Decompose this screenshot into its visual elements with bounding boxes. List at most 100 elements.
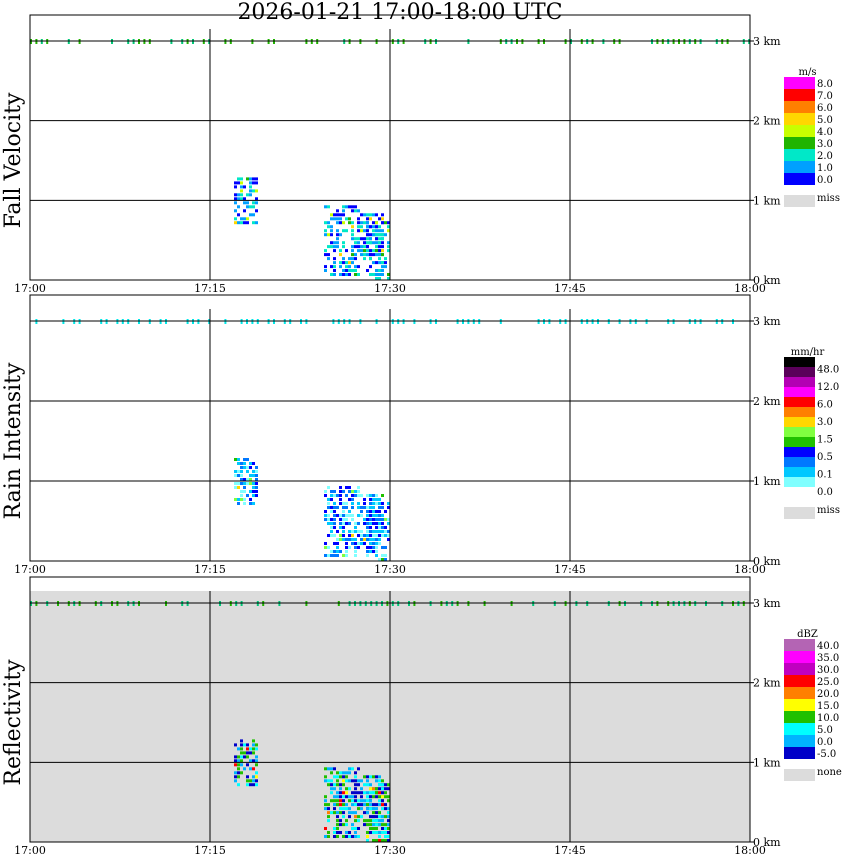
data-cell [360,249,363,253]
data-cell [243,221,246,225]
data-cell [372,249,375,253]
data-cell [336,530,339,533]
data-cell [333,831,336,834]
data-cell [375,546,378,549]
data-cell [333,554,336,557]
data-cell [384,233,387,237]
data-cell [339,221,342,225]
data-cell [381,526,384,529]
data-cell [255,177,258,181]
data-cell [375,237,378,241]
data-cell [381,795,384,799]
data-cell [252,205,255,209]
data-cell [351,245,354,249]
data-cell [246,177,249,181]
data-cell [378,233,381,237]
data-cell [363,538,366,541]
data-cell [369,775,372,779]
data-cell [324,221,327,225]
data-cell [372,534,375,537]
y-tick-label: 0 km [753,836,781,849]
data-cell [357,807,360,811]
y-tick-label: 3 km [753,35,781,48]
data-cell [336,823,339,827]
data-cell [354,522,357,525]
data-cell [366,823,369,827]
data-cell [249,185,252,189]
data-cell [366,783,369,787]
legend-label: 48.0 [817,365,839,376]
data-cell [366,241,369,245]
data-cell [336,811,339,815]
data-cell [369,831,372,834]
data-cell [375,779,378,783]
data-cell [375,522,378,525]
data-cell [333,775,336,779]
data-cell [375,823,378,827]
x-tick-label: 17:45 [554,282,586,295]
data-cell [240,771,243,775]
data-cell [354,245,357,249]
data-cell [372,807,375,811]
data-cell [234,486,237,489]
data-cell [360,803,363,807]
data-cell [372,803,375,807]
data-cell [372,775,375,779]
data-cell [339,213,342,217]
data-cell [375,819,378,823]
data-cell [348,835,351,838]
data-cell [348,498,351,501]
data-cell [345,261,348,265]
data-cell [384,783,387,787]
data-cell [246,775,249,779]
data-cell [363,799,366,803]
data-cell [357,530,360,533]
data-cell [252,201,255,205]
data-cell [363,534,366,537]
data-cell [243,767,246,771]
data-cell [339,783,342,787]
data-cell [330,506,333,509]
data-cell [240,490,243,493]
data-cell [381,779,384,783]
data-cell [333,518,336,521]
data-cell [369,530,372,533]
data-cell [378,253,381,257]
data-cell [354,257,357,261]
data-cell [369,787,372,791]
data-cell [327,225,330,229]
data-cell [357,494,360,497]
legend-unit: mm/hr [791,347,825,358]
data-cell [375,213,378,217]
data-cell [372,811,375,815]
data-cell [369,518,372,521]
data-cell [378,514,381,517]
data-cell [255,486,258,489]
data-cell [336,791,339,795]
data-cell [351,534,354,537]
y-tick-label: 0 km [753,555,781,568]
data-cell [366,494,369,497]
data-cell [381,831,384,834]
data-cell [372,510,375,513]
data-cell [348,771,351,775]
legend-unit: m/s [799,67,817,78]
data-cell [330,779,333,783]
data-cell [252,494,255,497]
data-cell [336,831,339,834]
data-cell [345,538,348,541]
data-cell [375,498,378,501]
x-tick-label: 17:45 [554,563,586,576]
data-cell [240,498,243,501]
data-cell [369,823,372,827]
data-cell [339,775,342,779]
data-cell [357,273,360,276]
data-cell [324,546,327,549]
data-cell [384,823,387,827]
data-cell [363,522,366,525]
data-cell [363,791,366,795]
legend-missing-swatch [784,769,815,781]
data-cell [327,502,330,505]
data-cell [348,534,351,537]
data-cell [378,225,381,229]
